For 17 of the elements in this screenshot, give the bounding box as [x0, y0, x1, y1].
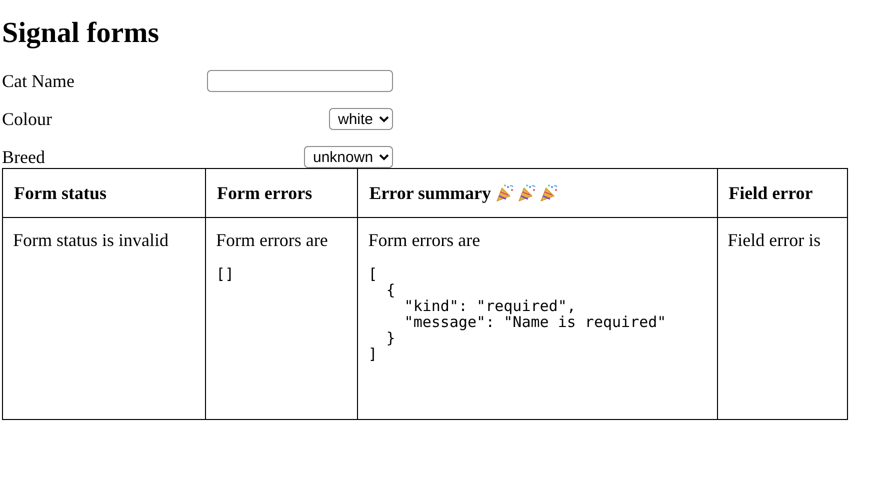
input-field[interactable] [207, 70, 393, 92]
column-header: Field error [728, 182, 813, 204]
cell-text: Field error is [728, 230, 821, 251]
cell-text: Form status is invalid [13, 230, 169, 251]
field-label: Cat Name [2, 70, 74, 92]
page-title: Signal forms [2, 17, 160, 49]
cell-text: Form errors are [216, 230, 328, 251]
code-text: [ { "kind": "required", "message": "Name is required" } ] [368, 266, 668, 362]
code-text: [] [216, 266, 236, 282]
cell-text: Form errors are [368, 230, 480, 251]
dropdown[interactable]: white [329, 108, 393, 130]
column-header: Form status [14, 182, 106, 204]
field-label: Colour [2, 108, 52, 130]
dropdown[interactable]: unknown [304, 146, 393, 168]
column-header: Error summary [369, 182, 492, 204]
column-header: Form errors [216, 182, 312, 204]
field-label: Breed [2, 146, 45, 168]
